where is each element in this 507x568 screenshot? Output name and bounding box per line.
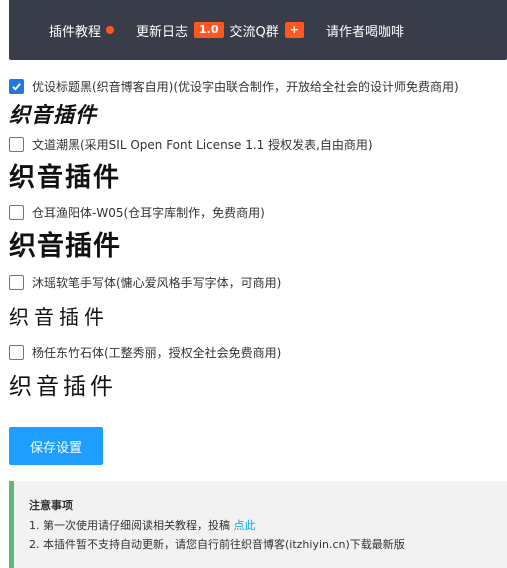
notice-title: 注意事项	[29, 499, 73, 512]
plus-badge-icon: +	[284, 22, 304, 38]
font-checkbox-3[interactable]	[9, 204, 24, 220]
font-label-4: 沐瑶软笔手写体(慵心爱风格手写字体，可商用)	[32, 275, 282, 290]
font-option-3[interactable]: 仓耳渔阳体-W05(仓耳字库制作，免费商用)	[9, 200, 507, 224]
version-badge: 1.0	[194, 22, 224, 38]
font-option-4[interactable]: 沐瑶软笔手写体(慵心爱风格手写字体，可商用)	[9, 270, 507, 294]
nav-tutorial[interactable]: 插件教程	[49, 21, 115, 40]
font-label-3: 仓耳渔阳体-W05(仓耳字库制作，免费商用)	[32, 205, 265, 220]
font-sample-2: 织音插件	[9, 163, 122, 193]
nav-changelog[interactable]: 更新日志 1.0	[136, 21, 224, 40]
checkmark-icon	[12, 82, 21, 91]
top-nav-bar: 插件教程 更新日志 1.0 交流Q群 + 请作者喝咖啡	[9, 0, 507, 60]
font-sample-1: 织音插件	[9, 103, 97, 127]
nav-changelog-label: 更新日志	[136, 24, 189, 40]
notification-dot-icon	[106, 26, 115, 34]
font-checkbox-1[interactable]	[9, 78, 24, 94]
font-option-2[interactable]: 文道潮黑(采用SIL Open Font License 1.1 授权发表,自由…	[9, 132, 507, 156]
nav-qq-group[interactable]: 交流Q群 +	[230, 21, 304, 40]
font-checkbox-5[interactable]	[9, 344, 24, 360]
font-label-2: 文道潮黑(采用SIL Open Font License 1.1 授权发表,自由…	[32, 137, 373, 152]
font-sample-4: 织音插件	[9, 305, 109, 329]
nav-buy-coffee[interactable]: 请作者喝咖啡	[326, 21, 404, 40]
font-sample-5: 织音插件	[9, 374, 117, 400]
font-option-list: 优设标题黑(织音博客自用)(优设字由联合制作，开放给全社会的设计师免费商用) 织…	[9, 74, 507, 410]
font-label-5: 杨任东竹石体(工整秀丽，授权全社会免费商用)	[32, 345, 282, 360]
font-label-1: 优设标题黑(织音博客自用)(优设字由联合制作，开放给全社会的设计师免费商用)	[32, 79, 459, 94]
font-checkbox-2[interactable]	[9, 136, 24, 152]
notice-line-2: 2. 本插件暂不支持自动更新，请您自行前往织音博客(itzhiyin.cn)下载…	[29, 538, 405, 551]
font-option-1[interactable]: 优设标题黑(织音博客自用)(优设字由联合制作，开放给全社会的设计师免费商用)	[9, 74, 507, 98]
notice-box: 注意事项 1. 第一次使用请仔细阅读相关教程，投稿 点此 2. 本插件暂不支持自…	[9, 481, 507, 568]
submit-link[interactable]: 点此	[234, 519, 256, 532]
font-checkbox-4[interactable]	[9, 274, 24, 290]
font-option-5[interactable]: 杨任东竹石体(工整秀丽，授权全社会免费商用)	[9, 340, 507, 364]
nav-buy-coffee-label: 请作者喝咖啡	[325, 24, 404, 40]
notice-line-1-text: 1. 第一次使用请仔细阅读相关教程，投稿	[29, 519, 234, 532]
font-sample-3: 织音插件	[9, 231, 121, 262]
nav-qq-group-label: 交流Q群	[229, 24, 279, 40]
save-settings-button[interactable]: 保存设置	[9, 427, 103, 465]
nav-tutorial-label: 插件教程	[49, 24, 102, 40]
notice-line-1: 1. 第一次使用请仔细阅读相关教程，投稿 点此	[29, 516, 507, 535]
